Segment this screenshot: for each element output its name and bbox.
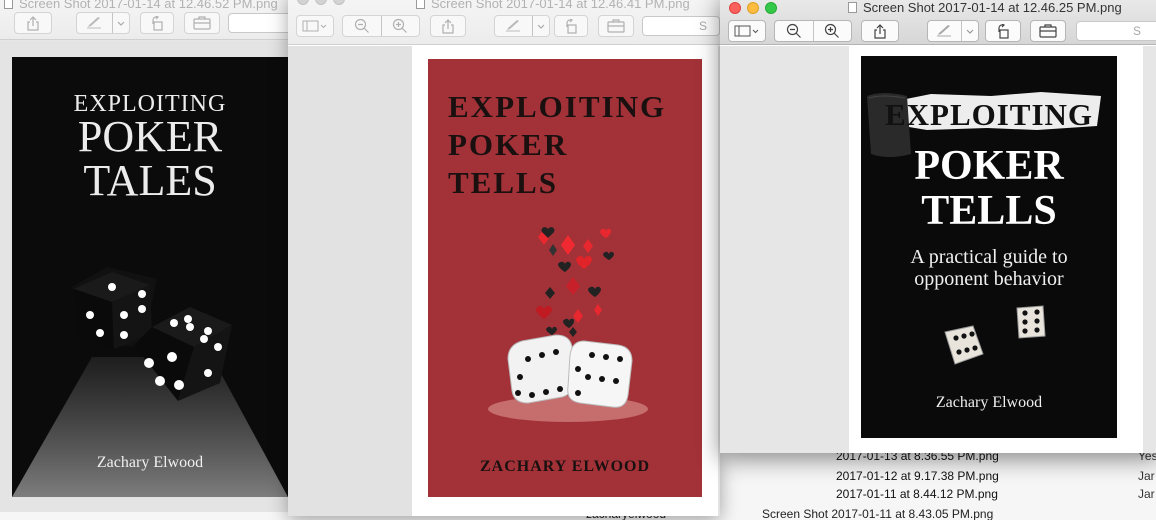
book-cover: EXPLOITING POKER TELLS ZACHARY ELWOOD (428, 59, 702, 497)
markup-button[interactable] (76, 12, 130, 34)
close-button[interactable] (729, 2, 741, 14)
share-button[interactable] (430, 15, 466, 37)
zoom-in-icon (825, 23, 840, 38)
die-left (507, 334, 577, 404)
zoom-out-icon (354, 18, 369, 33)
zoom-in-button[interactable] (380, 16, 419, 36)
title-bar[interactable]: Screen Shot 2017-01-14 at 12.46.41 PM.pn… (288, 0, 720, 45)
zoom-in-button[interactable] (812, 21, 851, 41)
close-button[interactable] (297, 0, 309, 5)
dice-and-suits-illustration (488, 227, 648, 422)
book-cover: EXPLOITING POKER TALES Zachary Elwood (12, 57, 288, 497)
list-item[interactable]: 2017-01-12 at 9.17.38 PM.png Jar (836, 469, 1155, 487)
sidebar-button[interactable] (728, 20, 766, 42)
window-controls (297, 0, 351, 10)
toolbox-icon (1039, 24, 1057, 38)
zoom-button[interactable] (333, 0, 345, 5)
window-title: Screen Shot 2017-01-14 at 12.46.52 PM.pn… (4, 0, 278, 12)
minimize-button[interactable] (315, 0, 327, 5)
chevron-down-icon (537, 24, 545, 29)
toolbox-button[interactable] (598, 15, 634, 37)
file-kind: Jar (1138, 469, 1155, 483)
list-item[interactable]: 2017-01-11 at 8.44.12 PM.png Jar (836, 487, 1155, 505)
document-icon (4, 0, 13, 9)
zoom-out-icon (786, 23, 801, 38)
minimize-button[interactable] (747, 2, 759, 14)
file-kind: Jar (1138, 487, 1155, 501)
preview-window-front[interactable]: Screen Shot 2017-01-14 at 12.46.25 PM.pn… (720, 0, 1156, 453)
share-icon (27, 15, 39, 31)
zoom-controls (342, 15, 420, 37)
rotate-icon (151, 15, 163, 31)
book-cover: EXPLOITING POKER TELLS A practical guide… (861, 56, 1117, 438)
share-button[interactable] (14, 12, 52, 34)
cover-title-line: POKER (914, 143, 1064, 189)
search-input[interactable]: S (1076, 21, 1156, 41)
share-button[interactable] (861, 20, 899, 42)
share-icon (442, 18, 454, 34)
toolbox-icon (607, 19, 625, 33)
document-area: EXPLOITING POKER TELLS A practical guide… (720, 46, 1156, 453)
toolbox-icon (193, 16, 211, 30)
window-title: Screen Shot 2017-01-14 at 12.46.41 PM.pn… (416, 0, 690, 12)
rotate-button[interactable] (554, 15, 588, 37)
cover-title-line: TALES (83, 156, 217, 205)
markup-icon (87, 17, 102, 29)
zoom-button[interactable] (765, 2, 777, 14)
file-name: 2017-01-11 at 8.44.12 PM.png (836, 487, 998, 501)
search-input[interactable]: S (642, 16, 720, 36)
zoom-out-button[interactable] (343, 16, 381, 36)
cover-author: Zachary Elwood (935, 394, 1043, 411)
search-input[interactable] (228, 13, 288, 33)
markup-icon (937, 25, 952, 37)
sidebar-icon (734, 25, 759, 37)
window-controls (729, 1, 783, 19)
toolbox-button[interactable] (1030, 20, 1066, 42)
search-placeholder: S (1133, 24, 1142, 38)
sidebar-button[interactable] (296, 15, 334, 37)
cover-author: Zachary Elwood (96, 454, 204, 471)
rotate-button[interactable] (140, 12, 174, 34)
chevron-down-icon (966, 29, 974, 34)
die-right (567, 340, 633, 408)
die-left (944, 325, 984, 365)
cover-subtitle-line: A practical guide to (910, 246, 1068, 268)
share-icon (874, 23, 886, 39)
cover-title-line: EXPLOITING (884, 97, 1094, 132)
window-title: Screen Shot 2017-01-14 at 12.46.25 PM.pn… (848, 0, 1122, 16)
rotate-icon (565, 18, 577, 34)
zoom-controls (774, 20, 852, 42)
cover-title-line: POKER (77, 112, 223, 161)
document-area: EXPLOITING POKER TELLS ZACHARY ELWOOD (288, 46, 720, 516)
sidebar-icon (302, 20, 327, 32)
cover-subtitle-line: opponent behavior (914, 268, 1064, 290)
zoom-out-button[interactable] (775, 21, 813, 41)
document-area: EXPLOITING POKER TALES Zachary Elwood (0, 41, 288, 512)
markup-button[interactable] (927, 20, 979, 42)
file-name: 2017-01-12 at 9.17.38 PM.png (836, 469, 999, 483)
document-icon (416, 0, 425, 9)
preview-window-middle[interactable]: Screen Shot 2017-01-14 at 12.46.41 PM.pn… (288, 0, 720, 516)
chevron-down-icon (117, 21, 125, 26)
title-bar[interactable]: Screen Shot 2017-01-14 at 12.46.25 PM.pn… (720, 0, 1156, 45)
cover-title-line: TELLS (921, 188, 1057, 234)
document-icon (848, 2, 857, 13)
preview-window-back[interactable]: Screen Shot 2017-01-14 at 12.46.52 PM.pn… (0, 0, 288, 512)
markup-icon (506, 20, 521, 32)
rotate-icon (997, 23, 1009, 39)
cover-author: ZACHARY ELWOOD (479, 458, 651, 475)
toolbox-button[interactable] (184, 12, 220, 34)
rotate-button[interactable] (985, 20, 1021, 42)
markup-button[interactable] (494, 15, 550, 37)
die-right (1016, 305, 1046, 339)
file-name: Screen Shot 2017-01-11 at 8.43.05 PM.png (762, 507, 994, 520)
zoom-in-icon (393, 18, 408, 33)
title-bar[interactable]: Screen Shot 2017-01-14 at 12.46.52 PM.pn… (0, 0, 288, 40)
search-placeholder: S (699, 19, 708, 33)
